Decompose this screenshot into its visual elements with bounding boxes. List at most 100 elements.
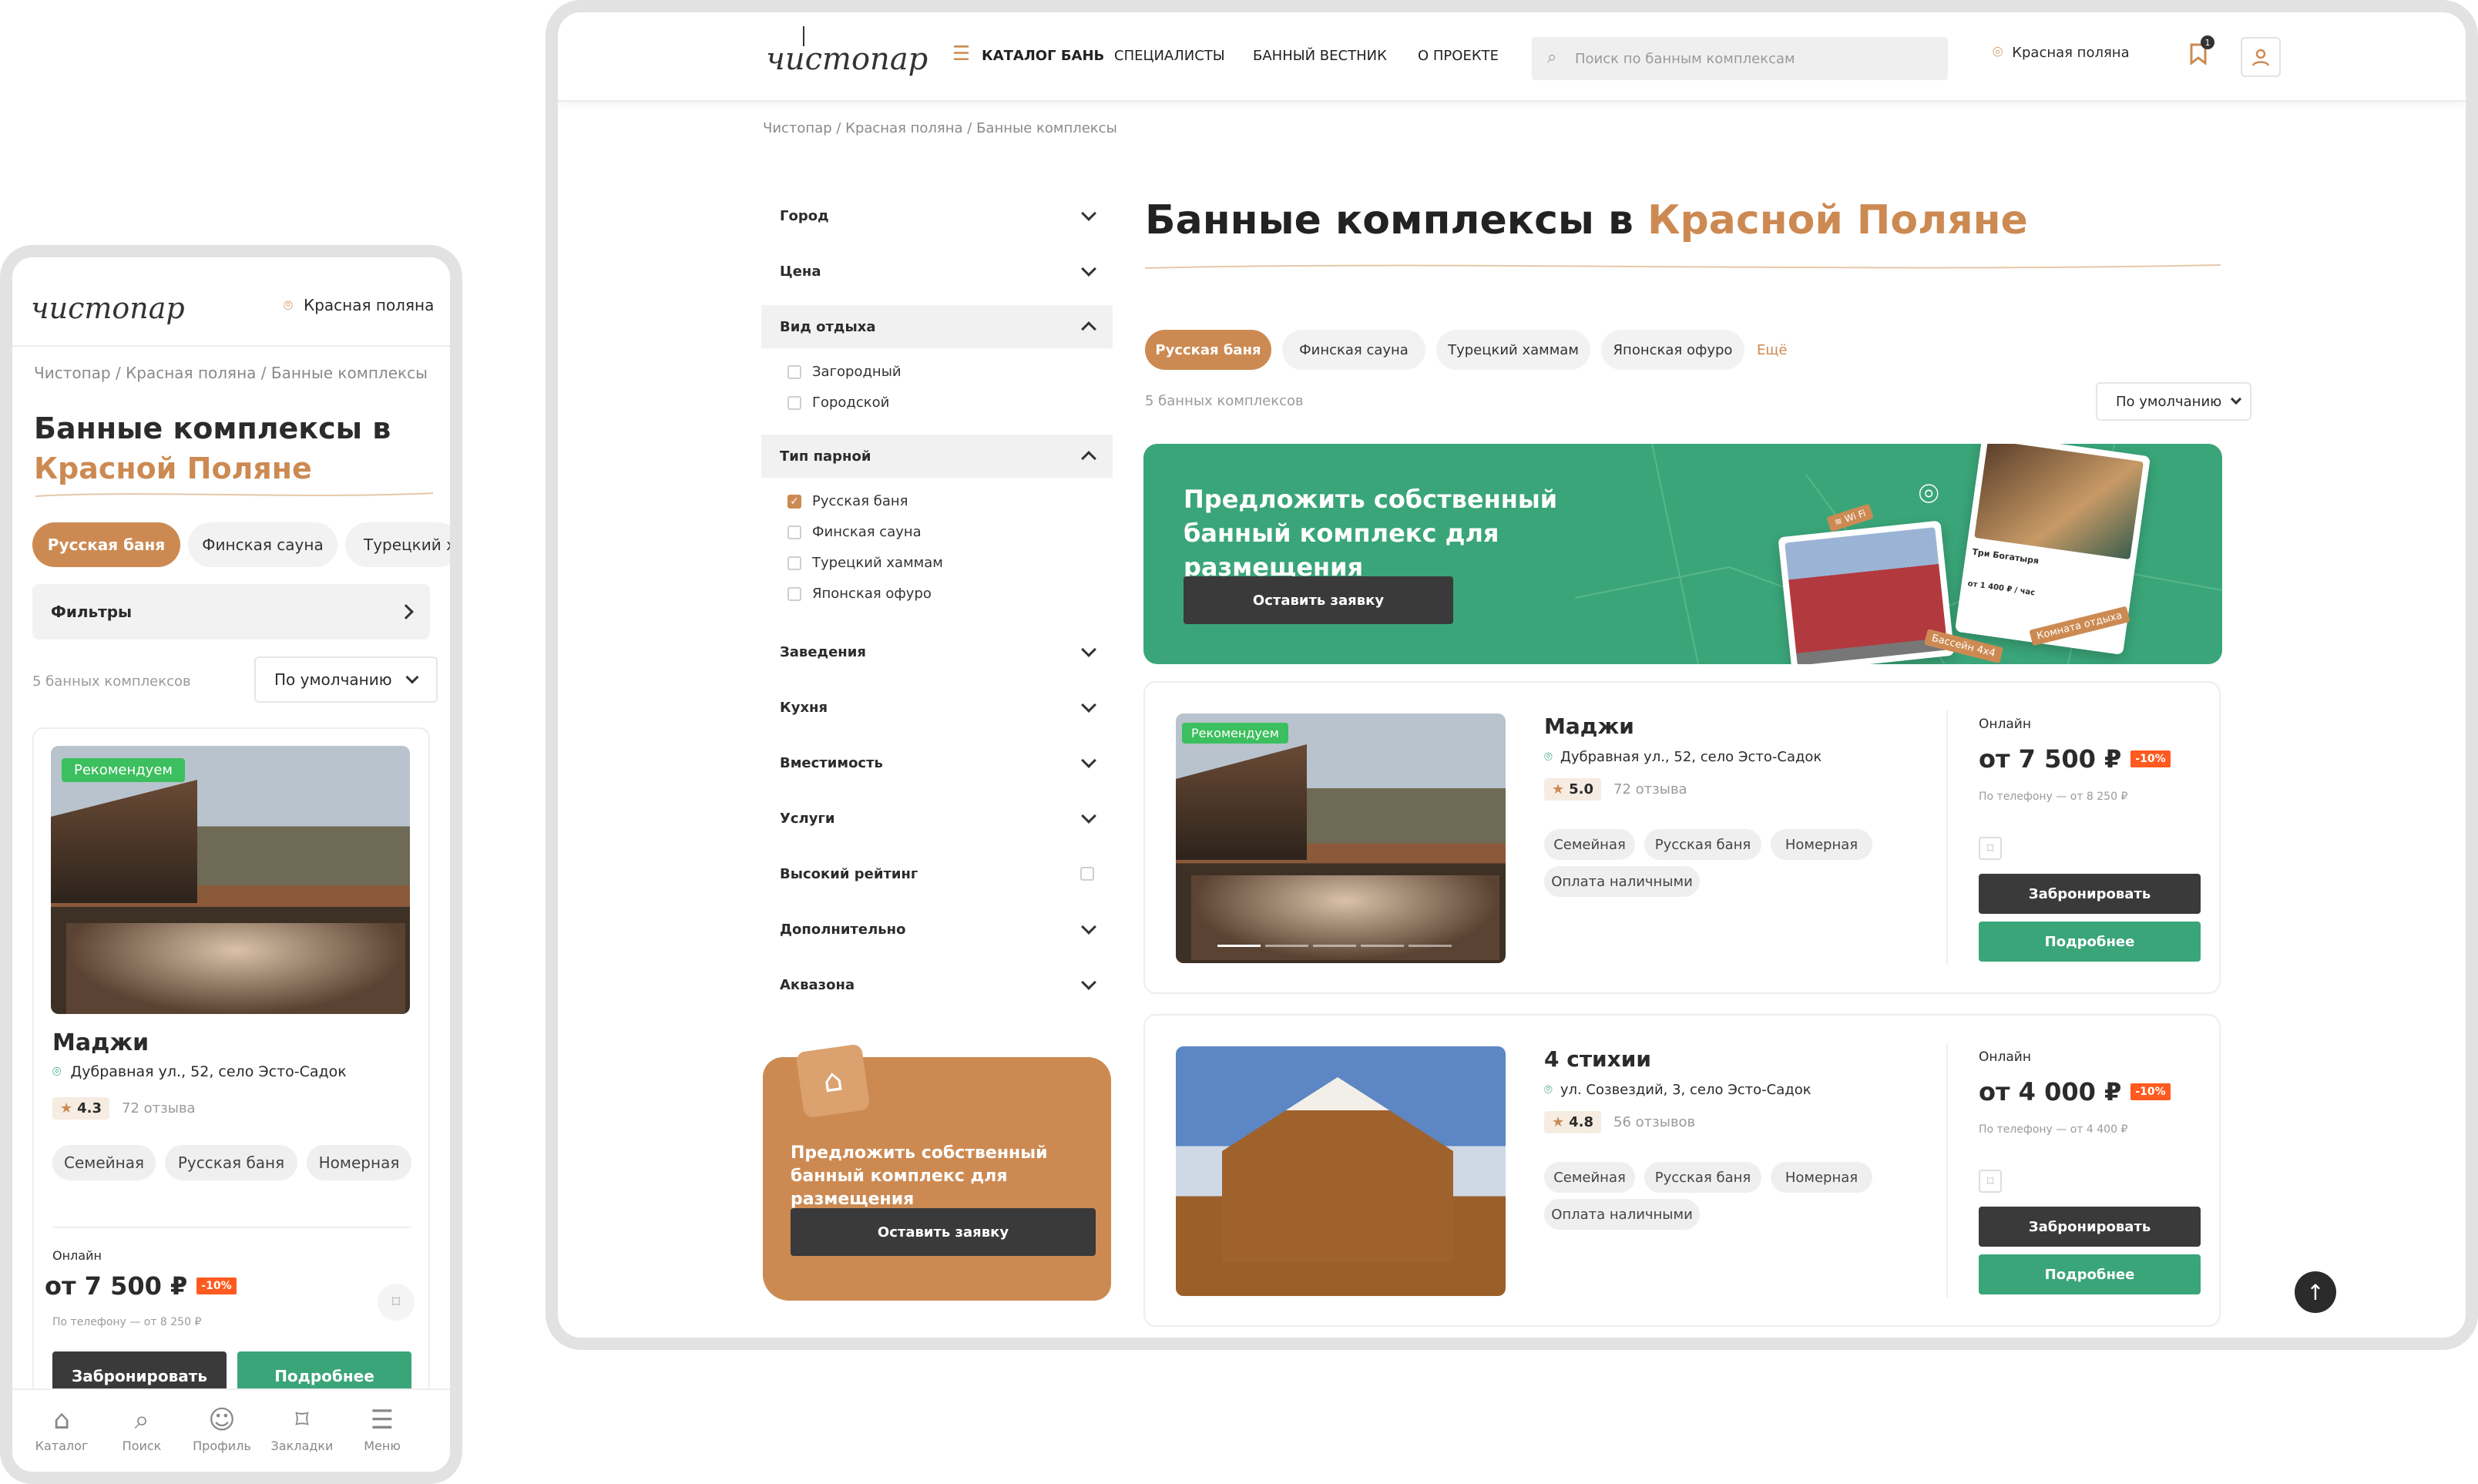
listing-name[interactable]: 4 стихии xyxy=(1544,1046,1651,1072)
slider-dot-active[interactable] xyxy=(1217,945,1261,947)
checkbox-russian[interactable]: ✓ Русская баня xyxy=(787,493,908,509)
filters-button[interactable]: Фильтры xyxy=(32,584,430,640)
chip-turkish[interactable]: Турецкий х xyxy=(345,522,450,567)
location-label: Красная поляна xyxy=(304,296,435,314)
listing-card[interactable]: Рекомендуем Маджи ⌾ Дубравная ул., 52, се… xyxy=(32,727,430,1472)
bookmark-button[interactable]: ⌑ xyxy=(1979,1170,2002,1193)
filter-label: Дополнительно xyxy=(780,921,906,938)
book-button[interactable]: Забронировать xyxy=(1979,1207,2201,1247)
interior-image xyxy=(1974,444,2144,560)
details-button[interactable]: Подробнее xyxy=(1979,1254,2201,1294)
chevron-right-icon xyxy=(398,604,414,619)
chip-russian[interactable]: Русская баня xyxy=(32,522,180,567)
nav-journal[interactable]: БАННЫЙ ВЕСТНИК xyxy=(1253,48,1387,64)
chip-turkish[interactable]: Турецкий хаммам xyxy=(1436,330,1590,370)
chevron-down-icon xyxy=(1081,642,1096,657)
price: от 7 500 ₽ xyxy=(1979,744,2122,774)
listing-name[interactable]: Маджи xyxy=(52,1029,149,1056)
filter-steam-type[interactable]: Тип парной xyxy=(761,435,1113,478)
slider-dot[interactable] xyxy=(1313,945,1356,947)
filter-venues[interactable]: Заведения xyxy=(761,630,1113,673)
sidebar-promo-button[interactable]: Оставить заявку xyxy=(791,1208,1096,1256)
nav-specialists[interactable]: СПЕЦИАЛИСТЫ xyxy=(1114,48,1225,64)
reviews-count[interactable]: 72 отзыва xyxy=(1613,781,1687,797)
nav-about[interactable]: О ПРОЕКТЕ xyxy=(1418,48,1499,64)
listing-card[interactable]: 4 стихии ⌾ ул. Созвездий, 3, село Эсто-Са… xyxy=(1143,1014,2221,1327)
discount-badge: -10% xyxy=(2130,1083,2171,1100)
menu-icon[interactable]: ☰ xyxy=(952,44,970,64)
slider-dots[interactable] xyxy=(1217,945,1452,947)
water-shape xyxy=(1191,875,1499,960)
listing-photo[interactable]: Рекомендуем xyxy=(1176,713,1506,963)
filter-aquazone[interactable]: Аквазона xyxy=(761,963,1113,1006)
tab-catalog[interactable]: ⌂ Каталог xyxy=(23,1405,100,1453)
breadcrumb[interactable]: Чистопар / Красная поляна / Банные компл… xyxy=(763,120,1117,136)
map-pin-icon: ⌾ xyxy=(1919,475,1939,514)
location-selector[interactable]: ⌾ Красная поляна xyxy=(284,296,434,314)
checkbox-turkish[interactable]: Турецкий хаммам xyxy=(787,555,943,571)
mini-price: от 1 400 ₽ / час xyxy=(1966,579,2036,598)
bookmarks-button[interactable]: 1 xyxy=(2190,35,2214,68)
tab-bookmarks[interactable]: ⌑ Закладки xyxy=(264,1405,341,1453)
discount-badge: -10% xyxy=(2130,750,2171,767)
reviews-count[interactable]: 56 отзывов xyxy=(1613,1114,1695,1130)
sidebar-promo: ⌂ Предложить собственный банный комплекс… xyxy=(763,1043,1111,1301)
reviews-count[interactable]: 72 отзыва xyxy=(122,1100,196,1116)
promo-button[interactable]: Оставить заявку xyxy=(1184,576,1453,624)
listing-card[interactable]: Рекомендуем Маджи ⌾ Дубравная ул., 52, се… xyxy=(1143,681,2221,994)
tag: Номерная xyxy=(1771,1162,1872,1193)
book-button[interactable]: Забронировать xyxy=(1979,874,2201,914)
checkbox-japanese[interactable]: Японская офуро xyxy=(787,586,932,602)
checkbox-finnish[interactable]: Финская сауна xyxy=(787,524,922,540)
filter-price[interactable]: Цена xyxy=(761,250,1113,293)
chevron-down-icon xyxy=(1081,697,1096,713)
tag: Русская баня xyxy=(1644,829,1761,860)
chip-finnish[interactable]: Финская сауна xyxy=(1282,330,1425,370)
breadcrumb[interactable]: Чистопар / Красная поляна / Банные компл… xyxy=(34,364,428,382)
filter-high-rating[interactable]: Высокий рейтинг xyxy=(761,852,1113,895)
tab-profile[interactable]: ☺ Профиль xyxy=(183,1405,260,1453)
details-button[interactable]: Подробнее xyxy=(1979,922,2201,962)
bookmarks-count-badge: 1 xyxy=(2201,35,2214,49)
filter-rest-type[interactable]: Вид отдыха xyxy=(761,305,1113,348)
bookmark-button[interactable]: ⌑ xyxy=(378,1284,415,1321)
slider-dot[interactable] xyxy=(1409,945,1452,947)
listing-address-text: Дубравная ул., 52, село Эсто-Садок xyxy=(70,1063,347,1080)
scroll-top-button[interactable]: ↑ xyxy=(2295,1271,2336,1313)
filter-extra[interactable]: Дополнительно xyxy=(761,908,1113,951)
chip-finnish[interactable]: Финская сауна xyxy=(188,522,337,567)
chip-japanese[interactable]: Японская офуро xyxy=(1601,330,1744,370)
page-title: Банные комплексы в Красной Поляне xyxy=(1145,197,2028,243)
slider-dot[interactable] xyxy=(1361,945,1404,947)
checkbox-box xyxy=(787,525,801,539)
logo[interactable]: чистопар xyxy=(766,42,928,77)
chips-more-link[interactable]: Ещё xyxy=(1757,342,1787,358)
listing-photo[interactable] xyxy=(1176,1046,1506,1296)
price: от 4 000 ₽ xyxy=(1979,1077,2122,1106)
profile-button[interactable] xyxy=(2241,37,2281,77)
filter-city[interactable]: Город xyxy=(761,194,1113,237)
nav-catalog[interactable]: КАТАЛОГ БАНЬ xyxy=(982,48,1104,64)
location-label: Красная поляна xyxy=(2012,45,2130,61)
listing-photo[interactable]: Рекомендуем xyxy=(51,746,410,1014)
toggle-checkbox[interactable] xyxy=(1080,867,1094,881)
chip-russian[interactable]: Русская баня xyxy=(1145,330,1271,370)
tab-menu[interactable]: ☰ Меню xyxy=(344,1405,421,1453)
listing-name[interactable]: Маджи xyxy=(1544,713,1634,739)
search-icon: ⌕ xyxy=(134,1405,149,1435)
sort-select[interactable]: По умолчанию xyxy=(254,656,438,703)
filter-kitchen[interactable]: Кухня xyxy=(761,686,1113,729)
search-input[interactable]: ⌕ Поиск по банным комплексам xyxy=(1532,37,1948,80)
checkbox-city[interactable]: Городской xyxy=(787,395,889,411)
bookmark-button[interactable]: ⌑ xyxy=(1979,837,2002,860)
filter-services[interactable]: Услуги xyxy=(761,797,1113,840)
sort-select[interactable]: По умолчанию xyxy=(2096,382,2251,421)
location-selector[interactable]: ⌾ Красная поляна xyxy=(1993,43,2130,62)
tab-search[interactable]: ⌕ Поиск xyxy=(103,1405,180,1453)
checkbox-country[interactable]: Загородный xyxy=(787,364,902,380)
price-row: от 7 500 ₽ -10% xyxy=(1979,744,2171,774)
logo[interactable]: чистопар xyxy=(31,291,185,325)
slider-dot[interactable] xyxy=(1265,945,1308,947)
filter-capacity[interactable]: Вместимость xyxy=(761,741,1113,784)
chevron-down-icon xyxy=(1081,261,1096,277)
